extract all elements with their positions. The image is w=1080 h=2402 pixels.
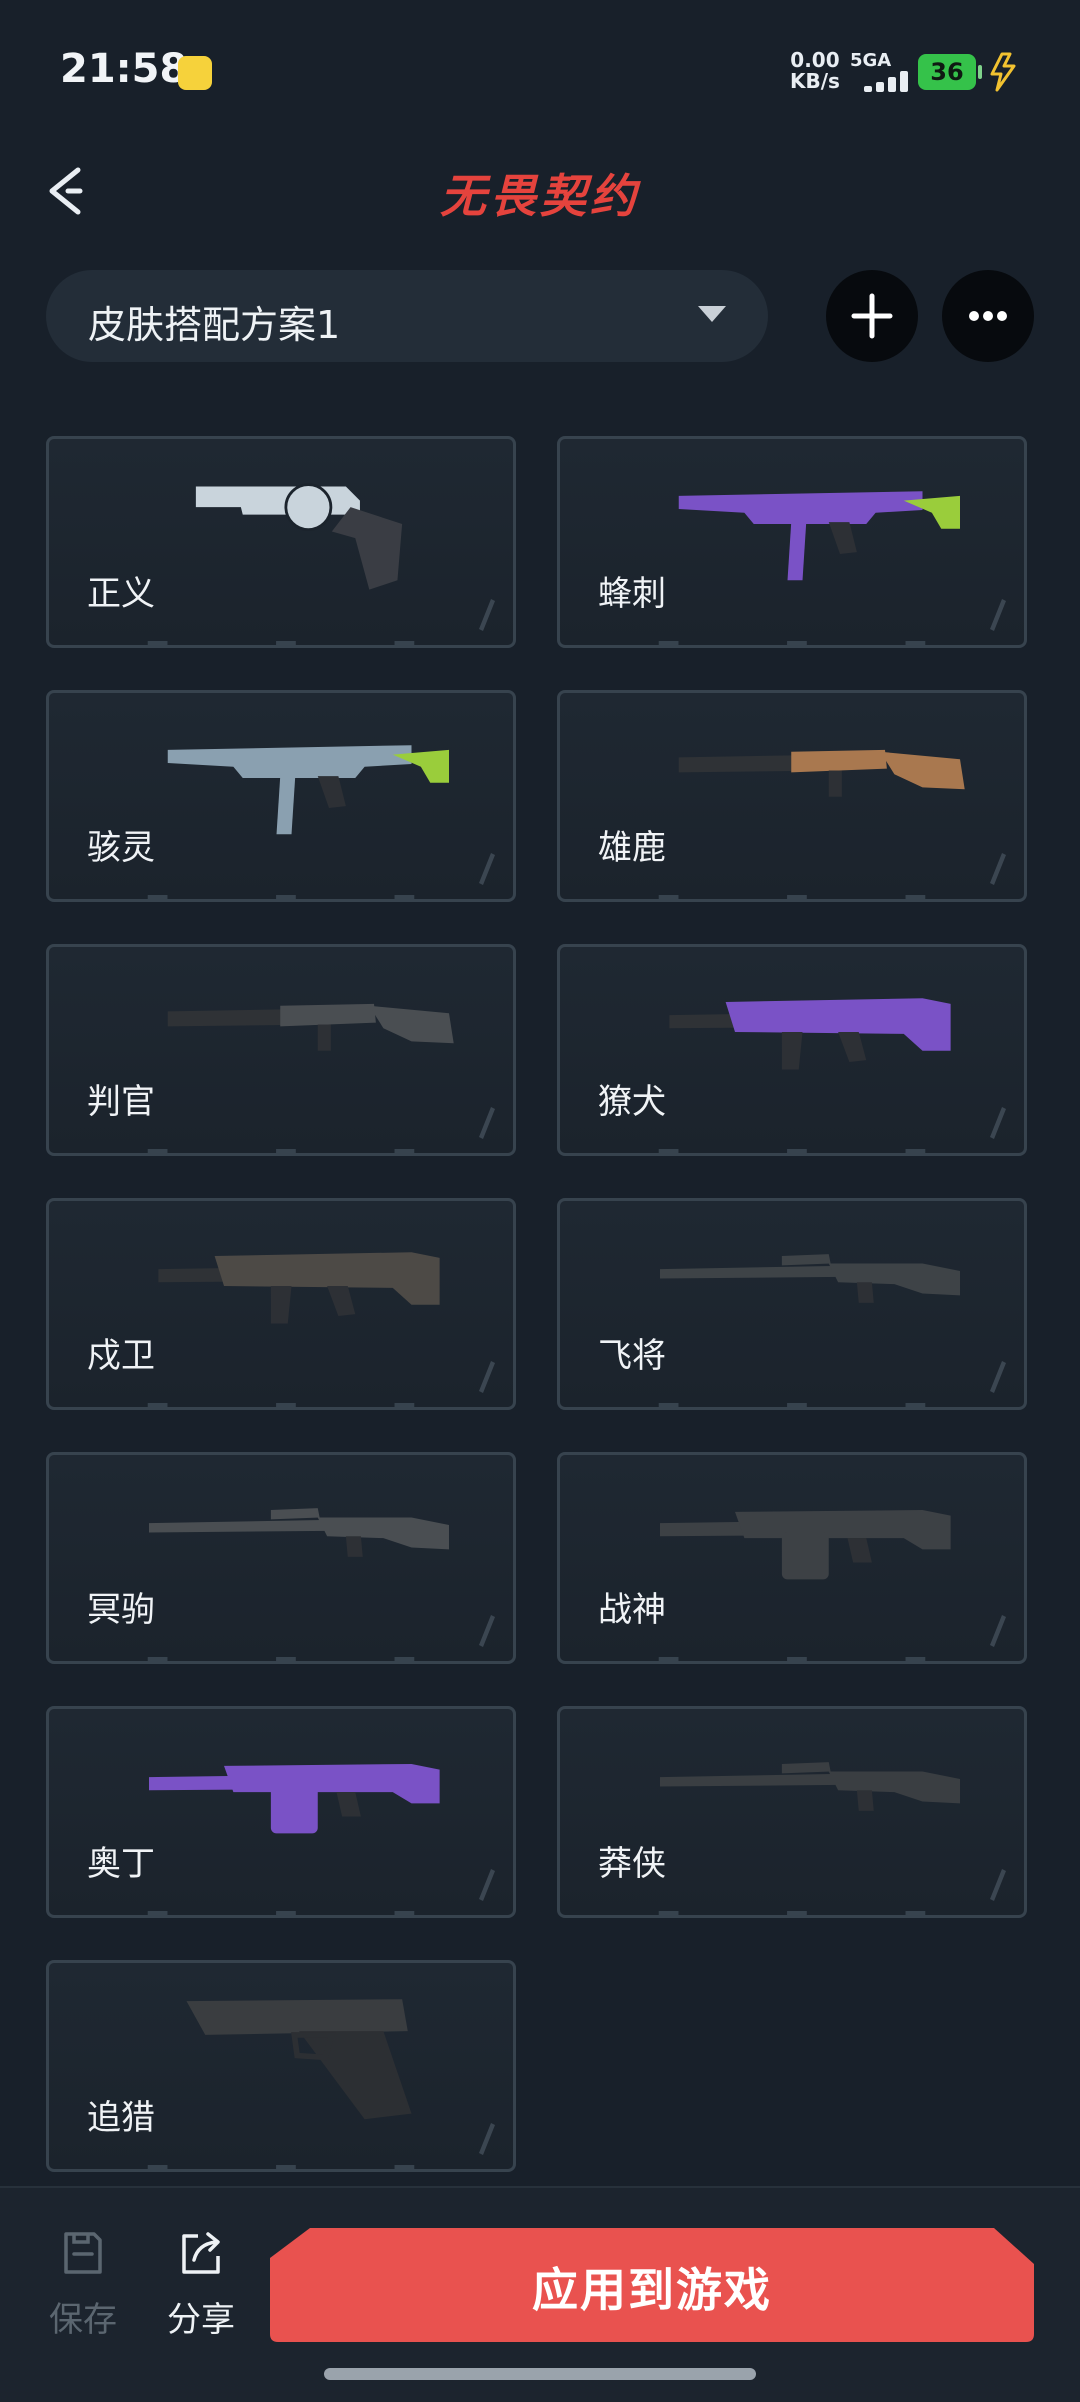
more-icon [969,311,1007,321]
card-footer-marks [658,1149,926,1153]
weapon-name: 冥驹 [87,1590,155,1630]
weapon-card[interactable]: 莽侠 [557,1706,1027,1918]
save-label: 保存 [49,2300,117,2340]
weapon-card[interactable]: 冥驹 [46,1452,516,1664]
weapon-card[interactable]: 蜂刺 [557,436,1027,648]
edit-icon[interactable] [984,1103,1010,1143]
weapon-card[interactable]: 判官 [46,944,516,1156]
network-speed-unit: KB/s [790,69,840,93]
weapon-name: 判官 [87,1082,155,1122]
plan-dropdown[interactable]: 皮肤搭配方案1 [46,270,768,362]
weapon-card[interactable]: 追猎 [46,1960,516,2172]
status-bar: 21:58 0.00 KB/s 5GA 36 [0,0,1080,140]
machine-gun-icon [660,1510,951,1580]
plus-icon [851,293,893,339]
edit-icon[interactable] [473,1357,499,1397]
card-footer-marks [147,2165,415,2169]
app-logo: 无畏契约 [440,169,640,223]
weapon-name: 蜂刺 [598,574,666,614]
card-footer-marks [147,1911,415,1915]
edit-icon[interactable] [473,595,499,635]
edit-icon[interactable] [984,1611,1010,1651]
weapon-name: 雄鹿 [598,828,666,868]
charging-icon [990,52,1016,92]
save-icon [64,2232,102,2274]
weapon-name: 戍卫 [87,1336,155,1376]
rifle-icon [158,1252,440,1324]
card-footer-marks [658,1911,926,1915]
music-app-icon [178,56,212,90]
card-footer-marks [147,895,415,899]
save-button[interactable]: 保存 [28,2228,138,2341]
battery-level: 36 [930,58,964,86]
edit-icon[interactable] [473,2119,499,2159]
weapon-name: 骇灵 [87,828,155,868]
revolver-icon [195,483,403,590]
shotgun-icon [167,1003,454,1051]
network-speed: 0.00 KB/s [790,50,840,92]
card-footer-marks [658,1657,926,1661]
weapon-name: 战神 [598,1590,666,1630]
weapon-name: 正义 [87,574,155,614]
share-icon [182,2232,220,2274]
weapon-card[interactable]: 奥丁 [46,1706,516,1918]
edit-icon[interactable] [473,1865,499,1905]
sniper-icon [660,1254,960,1303]
smg-icon [167,745,449,835]
weapon-card[interactable]: 飞将 [557,1198,1027,1410]
home-indicator[interactable] [324,2368,756,2380]
card-footer-marks [147,1657,415,1661]
header: 无畏契约 [0,140,1080,240]
shotgun-icon [678,749,965,797]
edit-icon[interactable] [984,1357,1010,1397]
signal-icon [850,70,910,92]
pistol-icon [186,1999,412,2120]
weapon-name: 莽侠 [598,1844,666,1884]
clock: 21:58 [60,46,188,92]
weapon-card[interactable]: 獠犬 [557,944,1027,1156]
weapon-name: 飞将 [598,1336,666,1376]
add-plan-button[interactable] [826,270,918,362]
more-options-button[interactable] [942,270,1034,362]
edit-icon[interactable] [473,849,499,889]
share-label: 分享 [167,2300,235,2340]
weapon-name: 獠犬 [598,1082,666,1122]
weapon-card[interactable]: 战神 [557,1452,1027,1664]
card-footer-marks [147,1149,415,1153]
apply-label: 应用到游戏 [532,2263,772,2317]
network-type: 5GA [850,50,892,71]
card-footer-marks [658,895,926,899]
edit-icon[interactable] [984,849,1010,889]
rifle-icon [669,998,951,1070]
apply-to-game-button[interactable]: 应用到游戏 [270,2228,1034,2342]
machine-gun-icon [149,1764,440,1834]
edit-icon[interactable] [984,1865,1010,1905]
battery-icon: 36 [918,54,982,90]
edit-icon[interactable] [473,1611,499,1651]
weapon-name: 追猎 [87,2098,155,2138]
share-button[interactable]: 分享 [146,2228,256,2341]
weapon-card[interactable]: 骇灵 [46,690,516,902]
weapon-name: 奥丁 [87,1844,155,1884]
chevron-down-icon [698,306,726,322]
network-speed-value: 0.00 [790,48,840,72]
weapon-card[interactable]: 正义 [46,436,516,648]
plan-name: 皮肤搭配方案1 [88,303,341,347]
card-footer-marks [658,641,926,645]
sniper-icon [660,1762,960,1811]
card-footer-marks [147,641,415,645]
weapon-card[interactable]: 雄鹿 [557,690,1027,902]
card-footer-marks [658,1403,926,1407]
card-footer-marks [147,1403,415,1407]
smg-icon [678,491,960,581]
sniper-icon [149,1508,449,1557]
edit-icon[interactable] [473,1103,499,1143]
edit-icon[interactable] [984,595,1010,635]
weapon-card[interactable]: 戍卫 [46,1198,516,1410]
